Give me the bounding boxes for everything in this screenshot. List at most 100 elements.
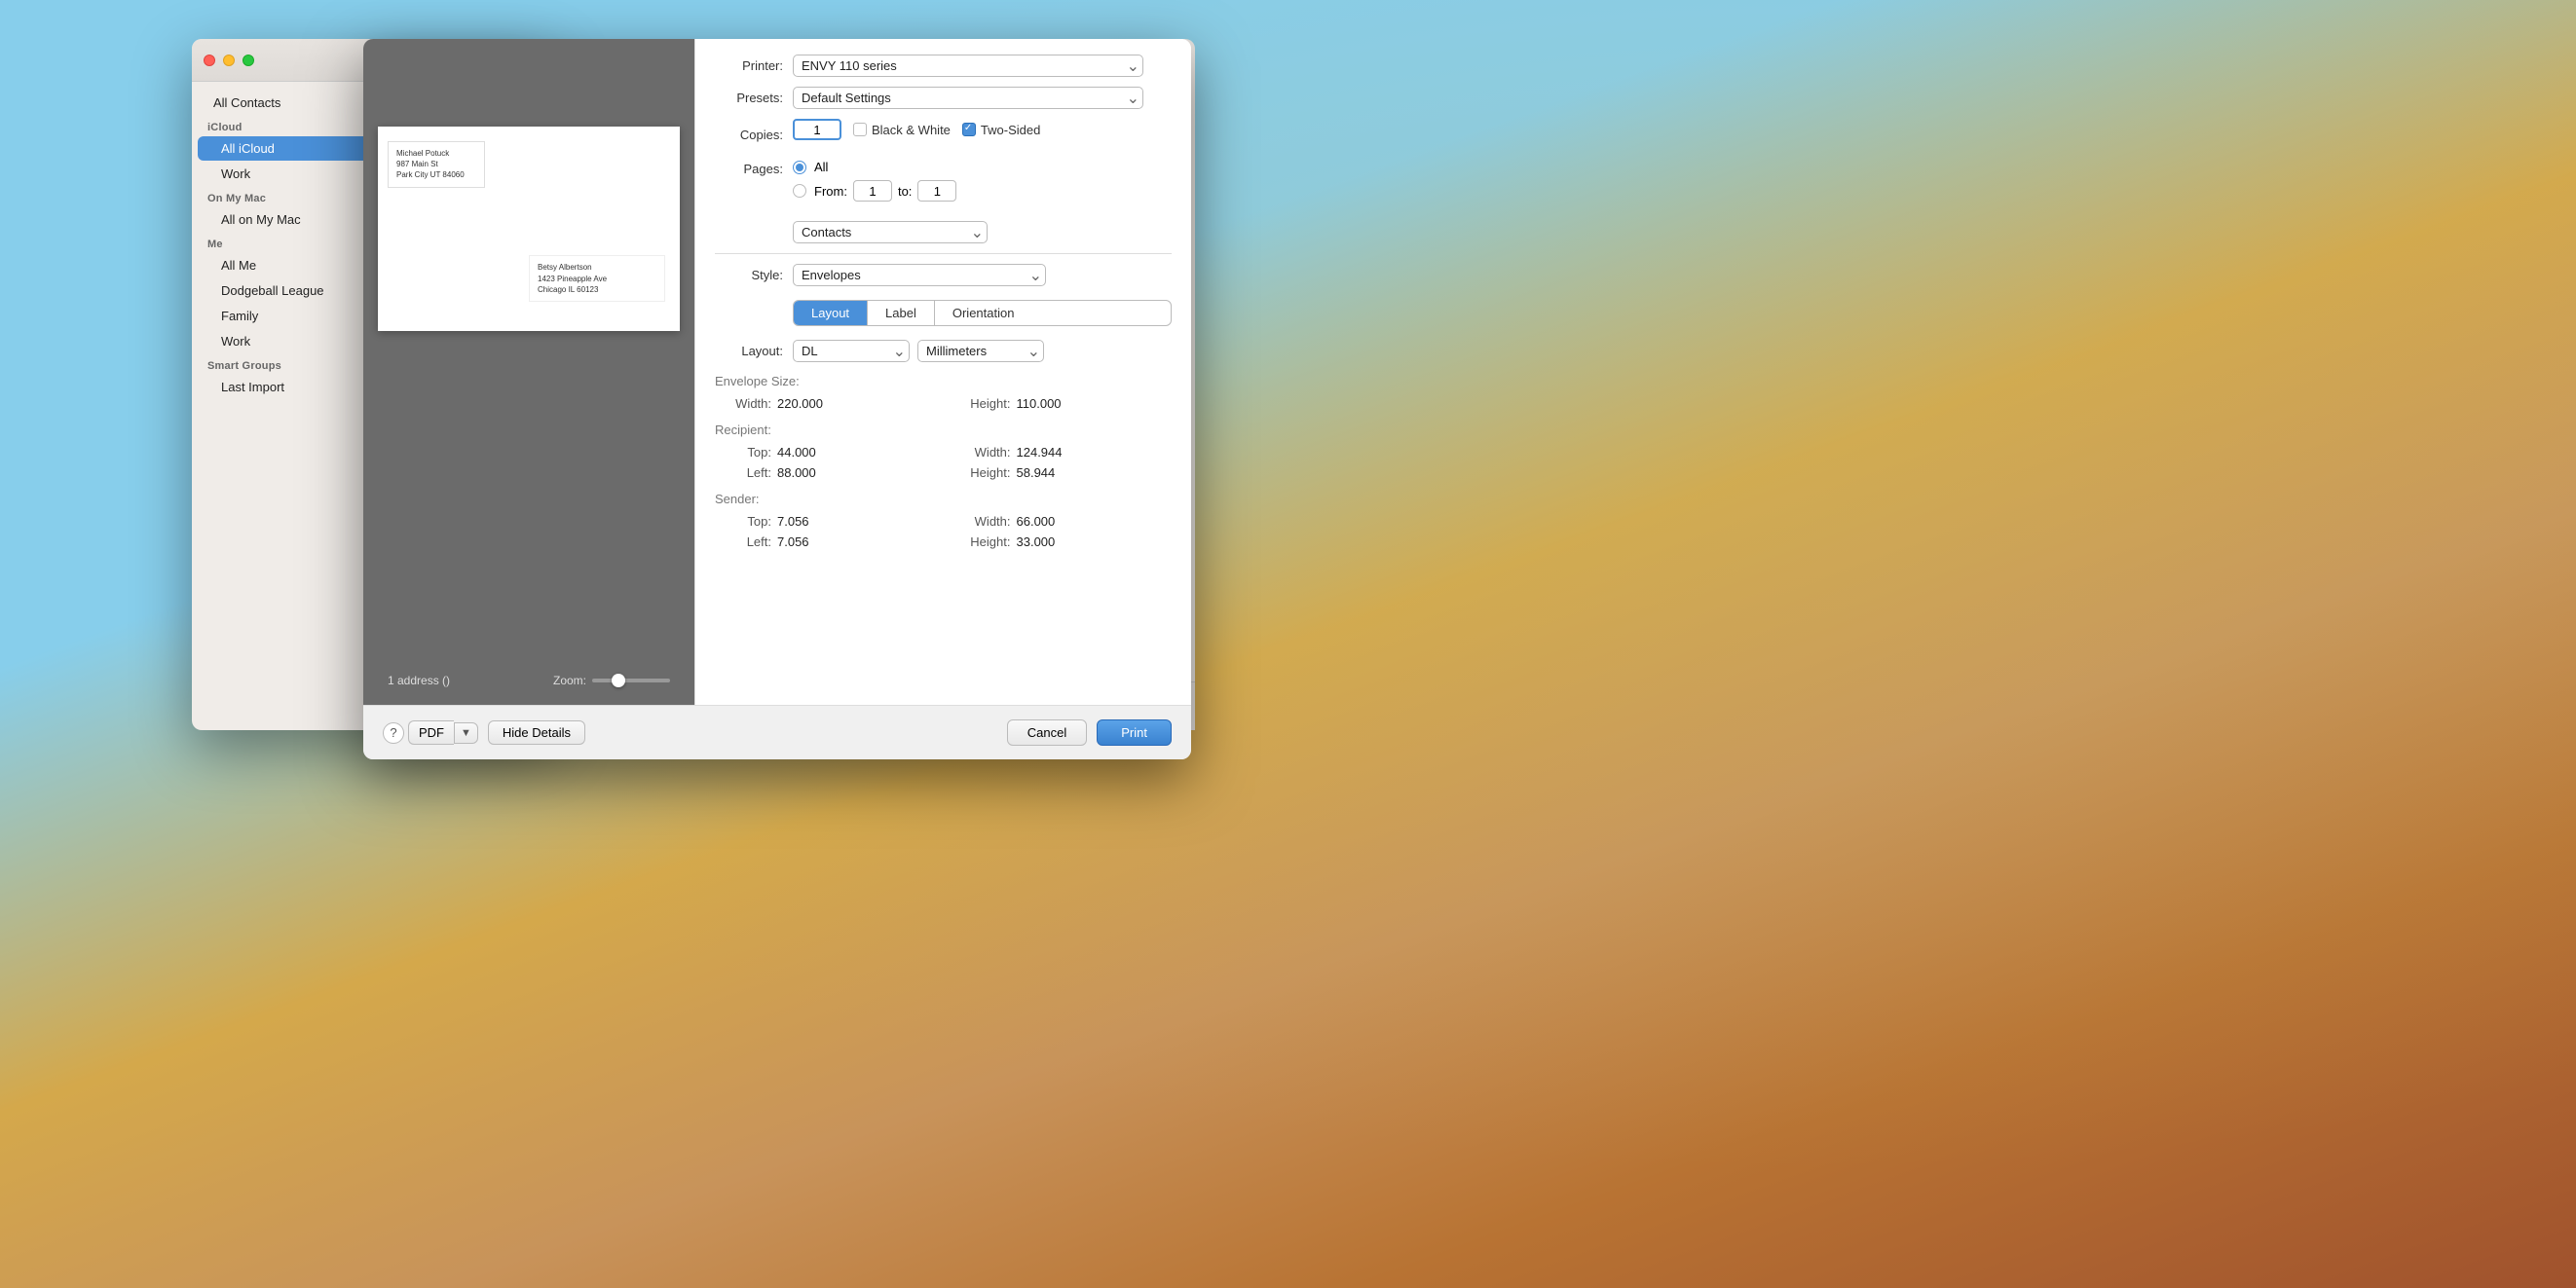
pages-range-option: From: to: <box>793 180 956 202</box>
sender-street: 987 Main St <box>396 159 476 169</box>
two-sided-option: Two-Sided <box>962 123 1040 137</box>
recipient-left-label: Left: <box>723 465 771 480</box>
envelope-height-item: Height: 110.000 <box>962 396 1173 411</box>
layout-row: Layout: DL ⌄ Millimeters ⌄ <box>715 340 1172 362</box>
two-sided-label: Two-Sided <box>981 123 1040 137</box>
recipient-top-item: Top: 44.000 <box>723 445 933 460</box>
envelope-height-value: 110.000 <box>1017 396 1062 411</box>
sender-height-item: Height: 33.000 <box>962 534 1173 549</box>
sender-grid: Top: 7.056 Width: 66.000 Left: 7.056 Hei… <box>723 514 1172 549</box>
layout-select[interactable]: DL <box>793 340 910 362</box>
sender-width-label: Width: <box>962 514 1011 529</box>
minimize-button[interactable] <box>223 55 235 66</box>
presets-select[interactable]: Default Settings <box>793 87 1143 109</box>
recipient-title: Recipient: <box>715 423 1172 437</box>
footer-right: Cancel Print <box>1007 719 1172 746</box>
printer-select[interactable]: ENVY 110 series <box>793 55 1143 77</box>
envelope-size-section: Envelope Size: Width: 220.000 Height: 11… <box>715 374 1172 411</box>
pages-row: Pages: All From: to: <box>715 160 1172 211</box>
preview-panel: Michael Potuck 987 Main St Park City UT … <box>363 39 694 705</box>
pages-all-radio[interactable] <box>793 161 806 174</box>
pages-label: Pages: <box>715 162 783 176</box>
style-label: Style: <box>715 268 783 282</box>
pdf-chevron-icon: ▼ <box>461 727 471 739</box>
black-white-checkbox[interactable] <box>853 123 867 136</box>
print-button[interactable]: Print <box>1097 719 1172 746</box>
zoom-label: Zoom: <box>553 674 586 687</box>
printer-label: Printer: <box>715 58 783 73</box>
envelope-width-label: Width: <box>723 396 771 411</box>
envelope-height-label: Height: <box>962 396 1011 411</box>
settings-divider <box>715 253 1172 254</box>
envelope-size-grid: Width: 220.000 Height: 110.000 <box>723 396 1172 411</box>
layout-label: Layout: <box>715 344 783 358</box>
zoom-slider[interactable] <box>592 679 670 682</box>
recipient-height-item: Height: 58.944 <box>962 465 1173 480</box>
recipient-address-preview: Betsy Albertson 1423 Pineapple Ave Chica… <box>529 255 665 302</box>
pages-to-input[interactable] <box>917 180 956 202</box>
presets-select-container: Default Settings ⌄ <box>793 87 1143 109</box>
tab-orientation[interactable]: Orientation <box>935 301 1032 325</box>
copies-controls: Black & White Two-Sided <box>793 119 1040 140</box>
style-row: Style: Envelopes ⌄ <box>715 264 1172 286</box>
recipient-name: Betsy Albertson <box>538 262 656 273</box>
sender-city: Park City UT 84060 <box>396 169 476 180</box>
units-select-container: Millimeters ⌄ <box>917 340 1044 362</box>
style-tab-bar: Layout Label Orientation <box>793 300 1172 326</box>
contacts-select[interactable]: Contacts <box>793 221 988 243</box>
settings-panel: Printer: ENVY 110 series ⌄ Presets: Defa… <box>694 39 1191 705</box>
black-white-option: Black & White <box>853 123 951 137</box>
hide-details-button[interactable]: Hide Details <box>488 720 585 745</box>
print-dialog: Michael Potuck 987 Main St Park City UT … <box>363 39 1191 759</box>
contacts-dropdown-row: Contacts ⌄ <box>715 221 1172 243</box>
footer-left: ? PDF ▼ Hide Details <box>383 720 585 745</box>
recipient-top-value: 44.000 <box>777 445 816 460</box>
tab-label[interactable]: Label <box>868 301 935 325</box>
printer-row: Printer: ENVY 110 series ⌄ <box>715 55 1172 77</box>
envelope-preview: Michael Potuck 987 Main St Park City UT … <box>378 127 680 331</box>
sender-address-preview: Michael Potuck 987 Main St Park City UT … <box>388 141 485 188</box>
style-select[interactable]: Envelopes <box>793 264 1046 286</box>
sender-left-value: 7.056 <box>777 534 809 549</box>
traffic-lights <box>204 55 254 66</box>
sender-top-value: 7.056 <box>777 514 809 529</box>
close-button[interactable] <box>204 55 215 66</box>
recipient-height-value: 58.944 <box>1017 465 1056 480</box>
recipient-street: 1423 Pineapple Ave <box>538 274 656 284</box>
recipient-width-value: 124.944 <box>1017 445 1063 460</box>
help-button[interactable]: ? <box>383 722 404 744</box>
style-select-container: Envelopes ⌄ <box>793 264 1046 286</box>
cancel-button[interactable]: Cancel <box>1007 719 1087 746</box>
recipient-city: Chicago IL 60123 <box>538 284 656 295</box>
units-select[interactable]: Millimeters <box>917 340 1044 362</box>
pages-from-input[interactable] <box>853 180 892 202</box>
sender-title: Sender: <box>715 492 1172 506</box>
print-dialog-body: Michael Potuck 987 Main St Park City UT … <box>363 39 1191 705</box>
preview-footer: 1 address () Zoom: <box>378 664 680 695</box>
pages-options: All From: to: <box>793 160 956 202</box>
sender-height-label: Height: <box>962 534 1011 549</box>
copies-label: Copies: <box>715 128 783 142</box>
zoom-slider-thumb[interactable] <box>612 674 625 687</box>
sender-section: Sender: Top: 7.056 Width: 66.000 Left: 7… <box>715 492 1172 549</box>
recipient-width-item: Width: 124.944 <box>962 445 1173 460</box>
sender-height-value: 33.000 <box>1017 534 1056 549</box>
pdf-main-button[interactable]: PDF <box>408 720 454 745</box>
sender-top-label: Top: <box>723 514 771 529</box>
black-white-label: Black & White <box>872 123 951 137</box>
tab-layout[interactable]: Layout <box>794 301 868 325</box>
two-sided-checkbox[interactable] <box>962 123 976 136</box>
recipient-left-value: 88.000 <box>777 465 816 480</box>
pages-range-radio[interactable] <box>793 184 806 198</box>
pdf-arrow-button[interactable]: ▼ <box>454 722 478 744</box>
recipient-height-label: Height: <box>962 465 1011 480</box>
copies-row: Copies: Black & White Two-Sided <box>715 119 1172 150</box>
from-label: From: <box>814 184 847 199</box>
zoom-control: Zoom: <box>553 674 670 687</box>
recipient-top-label: Top: <box>723 445 771 460</box>
maximize-button[interactable] <box>243 55 254 66</box>
copies-input[interactable] <box>793 119 841 140</box>
presets-label: Presets: <box>715 91 783 105</box>
printer-select-container: ENVY 110 series ⌄ <box>793 55 1143 77</box>
print-dialog-footer: ? PDF ▼ Hide Details Cancel Print <box>363 705 1191 759</box>
